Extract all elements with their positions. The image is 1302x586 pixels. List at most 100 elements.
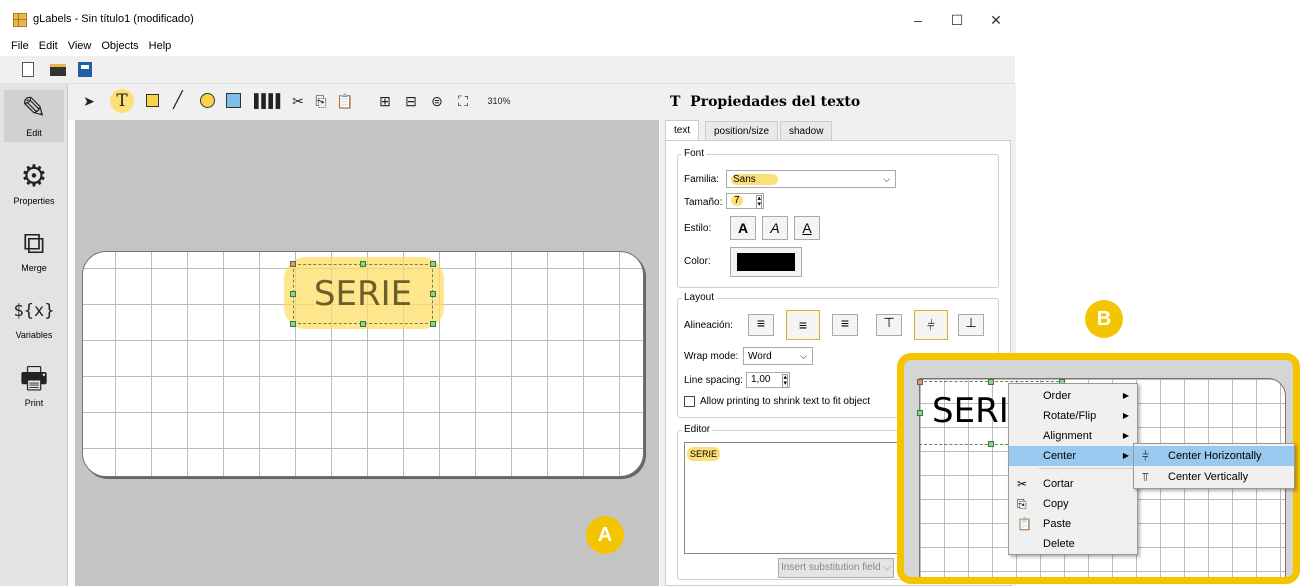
resize-handle[interactable] [290, 261, 296, 267]
menu-item-rotate-flip[interactable]: Rotate/Flip ▶ [1009, 406, 1137, 426]
resize-handle[interactable] [430, 291, 436, 297]
zoom-fit-icon[interactable]: ⛶ [454, 91, 472, 111]
menu-file[interactable]: File [6, 38, 34, 54]
menu-item-cut[interactable]: ✂ Cortar [1009, 474, 1137, 494]
ellipse-tool-icon[interactable] [200, 93, 215, 108]
select-arrow-icon[interactable]: ➤ [82, 91, 96, 111]
resize-handle[interactable] [430, 321, 436, 327]
menu-edit[interactable]: Edit [34, 38, 63, 54]
paste-icon: 📋 [1017, 517, 1032, 531]
resize-handle [917, 379, 923, 385]
merge-icon: ⧉ [23, 227, 45, 260]
menu-item-alignment[interactable]: Alignment ▶ [1009, 426, 1137, 446]
color-swatch [737, 253, 795, 271]
bold-button[interactable]: A [730, 216, 756, 240]
italic-button[interactable]: A [762, 216, 788, 240]
tab-shadow[interactable]: shadow [780, 121, 833, 141]
gear-icon: ⚙ [20, 160, 48, 193]
sidebar-label: Properties [13, 196, 55, 206]
menu-item-center-horizontally[interactable]: ⫩ Center Horizontally [1134, 446, 1294, 466]
new-file-icon[interactable] [22, 62, 34, 77]
barcode-tool-icon[interactable]: ▌▌▌▌ [254, 91, 285, 111]
tab-position-size[interactable]: position/size [705, 121, 779, 141]
variables-icon: ${x} [13, 301, 55, 321]
style-label: Estilo: [684, 223, 712, 234]
save-icon[interactable] [78, 62, 92, 77]
font-size-spinbox[interactable]: 7 ▴ ▾ [726, 193, 764, 209]
zoomed-text: SERI [932, 391, 1009, 431]
menu-item-order[interactable]: Order ▶ [1009, 386, 1137, 406]
valign-bottom-button[interactable]: ⊥ [958, 314, 984, 336]
wrap-mode-label: Wrap mode: [684, 351, 739, 362]
text-tool-icon[interactable]: T [110, 89, 134, 113]
center-submenu: ⫩ Center Horizontally ⫪ Center Vertically [1133, 443, 1295, 489]
box-tool-icon[interactable] [146, 94, 159, 107]
paste-icon[interactable]: 📋 [336, 91, 353, 111]
sidebar-properties[interactable]: ⚙ Properties [4, 158, 64, 206]
align-right-button[interactable]: ≡ [832, 314, 858, 336]
center-vertical-icon: ⫪ [1142, 470, 1149, 484]
sidebar-label: Print [24, 398, 44, 408]
copy-icon[interactable]: ⎘ [313, 91, 329, 111]
menu-help[interactable]: Help [144, 38, 177, 54]
text-object[interactable]: SERIE [293, 264, 433, 324]
align-left-button[interactable]: ≡ [748, 314, 774, 336]
align-center-button[interactable]: ≡ [786, 310, 820, 340]
editor-group-label: Editor [682, 424, 713, 435]
tab-text[interactable]: text [665, 120, 700, 141]
close-button[interactable]: ✕ [976, 8, 1016, 32]
menu-item-delete[interactable]: Delete [1009, 534, 1137, 554]
text-props-icon: T [670, 94, 681, 110]
zoom-in-icon[interactable]: ⊞ [376, 91, 394, 111]
edit-icon: ✎ [21, 92, 47, 125]
menu-bar: File Edit View Objects Help [0, 38, 1015, 56]
line-spacing-spinbox[interactable]: 1,00 ▴ ▾ [746, 372, 790, 388]
sidebar-variables[interactable]: ${x} Variables [4, 292, 64, 340]
line-tool-icon[interactable]: ╱ [168, 91, 188, 111]
sidebar-label: Variables [15, 330, 53, 340]
resize-handle[interactable] [290, 291, 296, 297]
shrink-checkbox[interactable] [684, 396, 695, 407]
minimize-button[interactable]: – [898, 8, 938, 32]
resize-handle[interactable] [360, 321, 366, 327]
valign-center-button[interactable]: ⫩ [914, 310, 948, 340]
arrow-right-icon: ▶ [1122, 431, 1129, 440]
menu-item-copy[interactable]: ⎘ Copy [1009, 494, 1137, 514]
mode-sidebar: ✎ Edit ⚙ Properties ⧉ Merge ${x} Variabl… [0, 84, 68, 586]
resize-handle[interactable] [290, 321, 296, 327]
context-menu: Order ▶ Rotate/Flip ▶ Alignment ▶ Center ▶ ✂… [1008, 383, 1138, 555]
editor-text: SERIE [687, 447, 721, 461]
valign-top-button[interactable]: ⊤ [876, 314, 902, 336]
size-label: Tamaño: [684, 197, 723, 208]
menu-item-center[interactable]: Center ▶ [1009, 446, 1137, 466]
zoom-out-icon[interactable]: ⊟ [402, 91, 420, 111]
cut-icon[interactable]: ✂ [290, 91, 306, 111]
arrow-right-icon: ▶ [1122, 391, 1129, 400]
color-label: Color: [684, 256, 711, 267]
color-button[interactable] [730, 247, 802, 277]
insert-substitution-button[interactable]: Insert substitution field ⌵ [778, 558, 894, 578]
open-folder-icon[interactable] [50, 64, 66, 76]
sidebar-edit[interactable]: ✎ Edit [4, 90, 64, 142]
callout-b: B [1085, 300, 1123, 338]
resize-handle [988, 441, 994, 447]
arrow-right-icon: ▶ [1122, 451, 1129, 460]
maximize-button[interactable]: ☐ [937, 8, 977, 32]
menu-objects[interactable]: Objects [96, 38, 143, 54]
zoom-one-icon[interactable]: ⊜ [428, 91, 446, 111]
underline-button[interactable]: A [794, 216, 820, 240]
sidebar-print[interactable]: 🖶 Print [4, 360, 64, 408]
menu-item-paste[interactable]: 📋 Paste [1009, 514, 1137, 534]
resize-handle [917, 410, 923, 416]
spin-arrows-icon[interactable]: ▴ ▾ [756, 195, 762, 209]
menu-view[interactable]: View [63, 38, 97, 54]
menu-item-center-vertically[interactable]: ⫪ Center Vertically [1134, 467, 1294, 487]
sidebar-merge[interactable]: ⧉ Merge [4, 225, 64, 273]
image-tool-icon[interactable] [226, 93, 241, 108]
wrap-mode-select[interactable]: Word ⌵ [743, 347, 813, 365]
spin-arrows-icon[interactable]: ▴ ▾ [782, 374, 788, 388]
resize-handle[interactable] [360, 261, 366, 267]
layout-group-label: Layout [682, 292, 717, 303]
font-family-select[interactable]: Sans ⌵ [726, 170, 896, 188]
resize-handle[interactable] [430, 261, 436, 267]
